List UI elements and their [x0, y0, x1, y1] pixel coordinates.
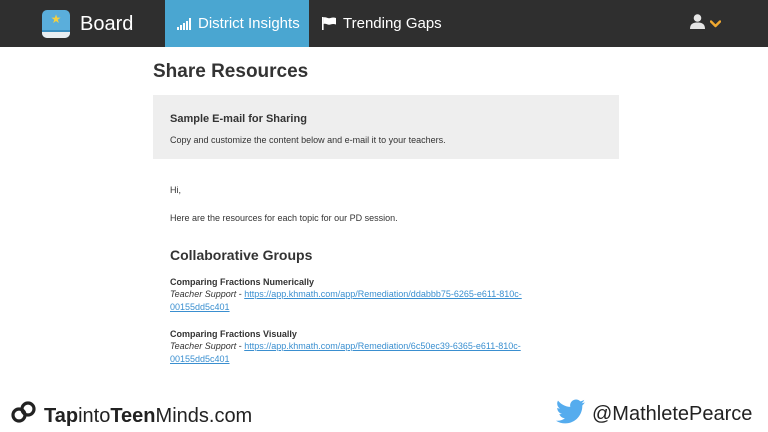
teacher-support-label: Teacher Support: [170, 289, 237, 299]
teacher-support-line: Teacher Support - https://app.khmath.com…: [170, 340, 610, 366]
topic-title: Comparing Fractions Numerically: [170, 277, 315, 287]
link-text-line1: https://app.khmath.com/app/Remediation/6…: [244, 341, 521, 351]
sample-email-info-box: Sample E-mail for Sharing Copy and custo…: [153, 95, 619, 159]
email-intro: Here are the resources for each topic fo…: [170, 213, 398, 223]
watermark-site-text: TapintoTeenMinds.com: [44, 404, 252, 428]
topic-item: Comparing Fractions Visually Teacher Sup…: [170, 328, 610, 366]
flag-icon: [322, 17, 336, 30]
tab-trending-gaps[interactable]: Trending Gaps: [320, 0, 442, 47]
user-menu[interactable]: [690, 14, 722, 34]
topic-item: Comparing Fractions Numerically Teacher …: [170, 276, 610, 314]
bar-chart-icon: [177, 17, 191, 30]
link-text-line2: 00155dd5c401: [170, 302, 230, 312]
teacher-support-label: Teacher Support: [170, 341, 237, 351]
tab-district-insights[interactable]: District Insights: [165, 0, 309, 47]
brand-link[interactable]: ★ Board: [42, 9, 133, 39]
board-logo-icon: ★: [42, 10, 70, 38]
info-title: Sample E-mail for Sharing: [170, 113, 307, 125]
section-title: Collaborative Groups: [170, 247, 313, 263]
tab-label: District Insights: [198, 15, 300, 32]
tapintoteenminds-watermark: TapintoTeenMinds.com: [10, 399, 252, 432]
teacher-support-line: Teacher Support - https://app.khmath.com…: [170, 288, 610, 314]
brand-name: Board: [80, 13, 134, 35]
email-greeting: Hi,: [170, 185, 181, 195]
top-navigation-bar: ★ Board District Insights Trending Gaps: [0, 0, 768, 47]
page-title: Share Resources: [153, 61, 309, 82]
sample-email-body[interactable]: Hi, Here are the resources for each topi…: [170, 184, 610, 366]
user-icon: [690, 14, 705, 34]
link-chain-icon: [10, 399, 38, 432]
watermark-teen: Teen: [110, 404, 156, 427]
tab-label: Trending Gaps: [343, 15, 442, 32]
watermark-minds: Minds.com: [155, 404, 253, 427]
twitter-handle-text: @MathletePearce: [592, 403, 753, 425]
watermark-into: into: [78, 404, 111, 427]
topic-title: Comparing Fractions Visually: [170, 329, 297, 339]
watermark-tap: Tap: [44, 404, 79, 427]
twitter-handle-watermark: @MathletePearce: [556, 399, 752, 429]
chevron-down-icon: [709, 15, 722, 33]
info-text: Copy and customize the content below and…: [170, 135, 446, 145]
link-text-line1: https://app.khmath.com/app/Remediation/d…: [244, 289, 522, 299]
link-text-line2: 00155dd5c401: [170, 354, 230, 364]
twitter-bird-icon: [556, 399, 586, 429]
